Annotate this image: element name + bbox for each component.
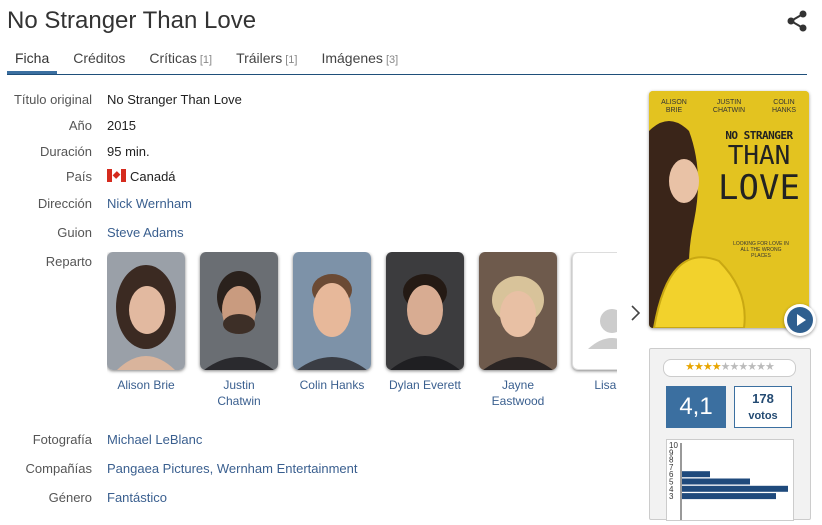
histogram-bar: [682, 478, 750, 485]
share-icon[interactable]: [786, 10, 808, 32]
votes-label: votos: [748, 410, 778, 422]
poster-title-line: LOVE: [718, 168, 800, 208]
photography-link[interactable]: Michael LeBlanc: [107, 432, 202, 447]
movie-poster[interactable]: ALISON BRIE JUSTIN CHATWIN COLIN HANKS N…: [649, 91, 809, 328]
star-rating: ★★★★★★★★★★: [663, 359, 796, 377]
star-empty-icon: ★: [747, 361, 757, 373]
actor-photo[interactable]: [479, 252, 557, 370]
poster-credit: JUSTIN CHATWIN: [712, 99, 746, 114]
page-title: No Stranger Than Love: [7, 7, 257, 34]
cast-name[interactable]: Jayne Eastwood: [479, 377, 557, 409]
play-icon: [787, 307, 813, 333]
histogram-bar: [682, 493, 776, 500]
poster-credit: COLIN HANKS: [771, 99, 797, 114]
cast-carousel: Alison Brie Justin Chatwin Colin Hanks D…: [107, 252, 617, 412]
info-label: Año: [68, 118, 92, 133]
star-filled-icon: ★: [694, 361, 704, 373]
rating-histogram: 10 9 8 7 6 5 4 3: [666, 439, 794, 521]
info-label: Guion: [57, 225, 92, 240]
cast-name[interactable]: Lisa B: [572, 377, 617, 393]
tab-ficha[interactable]: Ficha: [7, 44, 58, 74]
star-empty-icon: ★: [756, 361, 766, 373]
cast-name[interactable]: Dylan Everett: [386, 377, 464, 393]
rating-panel: ★★★★★★★★★★ 4,1 178 votos 10 9 8 7 6 5 4 3: [649, 348, 811, 521]
votes-count-box[interactable]: 178 votos: [734, 386, 792, 428]
info-label: Dirección: [37, 196, 92, 211]
star-filled-icon: ★: [711, 361, 722, 373]
cast-member[interactable]: Alison Brie: [107, 252, 185, 393]
histogram-bar: [682, 471, 710, 478]
info-label: Género: [48, 490, 92, 505]
cast-member[interactable]: Jayne Eastwood: [479, 252, 557, 409]
info-label: Compañías: [25, 461, 92, 476]
star-filled-icon: ★: [685, 361, 695, 373]
tab-imagenes[interactable]: Imágenes [3]: [313, 44, 406, 74]
cast-name[interactable]: Alison Brie: [107, 377, 185, 393]
info-value: No Stranger Than Love: [107, 92, 242, 107]
companies-link[interactable]: Pangaea Pictures, Wernham Entertainment: [107, 461, 358, 476]
actor-photo[interactable]: [107, 252, 185, 370]
info-label: Reparto: [45, 254, 92, 269]
tab-criticas[interactable]: Críticas [1]: [141, 44, 220, 74]
poster-credit: ALISON BRIE: [661, 99, 687, 114]
canada-flag-icon: [107, 169, 126, 182]
histogram-tick-label: 3: [669, 492, 674, 501]
tab-count: [1]: [285, 54, 298, 66]
cast-member[interactable]: Colin Hanks: [293, 252, 371, 393]
info-label: Duración: [39, 144, 92, 159]
poster-image: [649, 91, 809, 328]
actor-photo-placeholder[interactable]: [572, 252, 617, 370]
poster-title-line: THAN: [727, 141, 791, 171]
cast-name[interactable]: Justin Chatwin: [200, 377, 278, 409]
tab-count: [1]: [199, 54, 213, 66]
poster-tagline: LOOKING FOR LOVE IN ALL THE WRONG PLACES: [733, 241, 789, 259]
cast-member[interactable]: Dylan Everett: [386, 252, 464, 393]
director-link[interactable]: Nick Wernham: [107, 196, 192, 211]
info-value: 95 min.: [107, 144, 150, 159]
tab-trailers[interactable]: Tráilers [1]: [228, 44, 305, 74]
genre-link[interactable]: Fantástico: [107, 490, 167, 505]
actor-photo[interactable]: [200, 252, 278, 370]
info-value: Canadá: [107, 169, 176, 184]
actor-photo[interactable]: [386, 252, 464, 370]
country-name: Canadá: [130, 169, 176, 184]
info-label: Título original: [13, 92, 92, 107]
average-rating: 4,1: [666, 386, 726, 428]
histogram-bar: [682, 485, 788, 492]
play-trailer-button[interactable]: [784, 304, 816, 336]
info-value: 2015: [107, 118, 136, 133]
star-empty-icon: ★: [765, 361, 775, 373]
chevron-right-icon[interactable]: [626, 303, 644, 323]
info-label: Fotografía: [32, 432, 92, 447]
cast-name[interactable]: Colin Hanks: [293, 377, 371, 393]
star-empty-icon: ★: [720, 361, 731, 373]
writer-link[interactable]: Steve Adams: [107, 225, 184, 240]
cast-member[interactable]: Justin Chatwin: [200, 252, 278, 409]
star-empty-icon: ★: [738, 361, 748, 373]
tab-bar: Ficha Créditos Críticas [1] Tráilers [1] I…: [7, 44, 807, 75]
star-filled-icon: ★: [702, 361, 713, 373]
tab-count: [3]: [385, 54, 399, 66]
votes-count: 178: [752, 391, 774, 406]
info-label: País: [65, 169, 92, 184]
actor-photo[interactable]: [293, 252, 371, 370]
cast-member[interactable]: Lisa B: [572, 252, 617, 393]
tab-creditos[interactable]: Créditos: [65, 44, 133, 74]
person-placeholder-icon: [588, 309, 617, 349]
